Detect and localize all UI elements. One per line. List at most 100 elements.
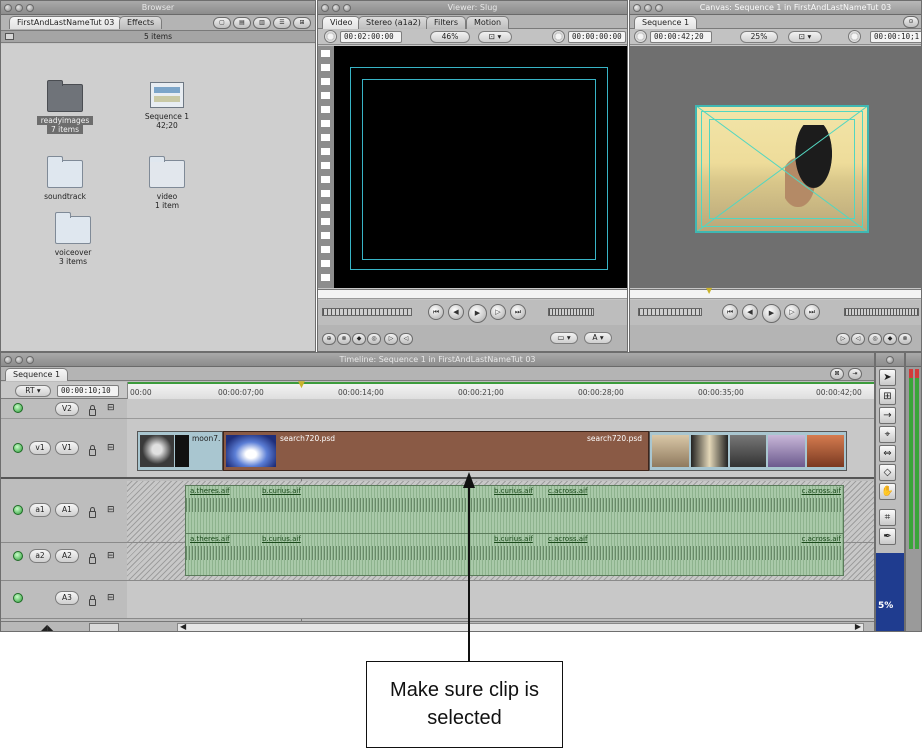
auto-select-icon[interactable]: ⊟ (107, 403, 115, 413)
source-track-v1[interactable]: V1 (55, 441, 79, 455)
generator-popup[interactable]: A ▾ (584, 332, 612, 344)
viewer-current-time[interactable]: 00:00:00:00 (568, 31, 626, 43)
roll-tool-icon[interactable]: ⌖ (879, 426, 896, 443)
tab-sequence-1[interactable]: Sequence 1 (5, 368, 69, 381)
auto-select-icon[interactable]: ⊟ (107, 551, 115, 561)
canvas-scrubber[interactable]: ▼ (630, 286, 921, 299)
add-marker-button[interactable]: ◎ (868, 333, 882, 345)
medium-icon-view-button[interactable]: ▤ (233, 17, 251, 29)
source-track-a3[interactable]: A3 (55, 591, 79, 605)
browser-titlebar[interactable]: Browser (1, 1, 315, 15)
add-keyframe-button[interactable]: ◆ (352, 333, 366, 345)
large-icon-view-button[interactable]: ▢ (213, 17, 231, 29)
tab-sequence-1[interactable]: Sequence 1 (634, 16, 698, 29)
minimize-window-button[interactable] (644, 4, 652, 12)
mark-clip-button[interactable]: ⊗ (898, 333, 912, 345)
scroll-right-arrow-icon[interactable]: ▶ (855, 622, 861, 631)
canvas-zoom-popup[interactable]: 25% (740, 31, 778, 43)
play-around-button[interactable]: ▷ (784, 304, 800, 320)
pen-tool-icon[interactable]: ✒ (879, 528, 896, 545)
zoom-window-button[interactable] (343, 4, 351, 12)
close-window-button[interactable] (886, 356, 894, 364)
playhead-marker-icon[interactable]: ▼ (706, 286, 712, 295)
zoom-window-button[interactable] (26, 356, 34, 364)
clip-image-sequence[interactable] (649, 431, 847, 471)
mark-out-button[interactable]: ◁ (851, 333, 865, 345)
minimize-window-button[interactable] (332, 4, 340, 12)
lock-icon[interactable] (89, 445, 96, 456)
timeline-scrollbar[interactable]: ◀ ▶ (177, 622, 864, 631)
auto-select-icon[interactable]: ⊟ (107, 443, 115, 453)
sequence-item[interactable]: Sequence 1 42;20 (127, 82, 207, 130)
close-window-button[interactable] (321, 4, 329, 12)
dest-track-a2[interactable]: a2 (29, 549, 51, 563)
play-button[interactable]: ▶ (762, 304, 781, 323)
timeline-linking-button[interactable]: ⊠ (830, 368, 844, 380)
source-track-v2[interactable]: V2 (55, 402, 79, 416)
zoom-control[interactable] (89, 623, 119, 631)
canvas-view-popup[interactable]: ⊡ ▾ (788, 31, 822, 43)
canvas-titlebar[interactable]: Canvas: Sequence 1 in FirstAndLastNameTu… (630, 1, 921, 15)
bin-video[interactable]: video 1 item (127, 156, 207, 210)
zoom-window-button[interactable] (26, 4, 34, 12)
viewer-zoom-popup[interactable]: 46% (430, 31, 470, 43)
canvas-duration[interactable]: 00:00:42;20 (650, 31, 712, 43)
timeline-ruler[interactable]: 00:00 00:00:07;00 00:00:14;00 00:00:21;0… (127, 380, 874, 399)
auto-select-icon[interactable]: ⊟ (107, 505, 115, 515)
source-track-a2[interactable]: A2 (55, 549, 79, 563)
shuttle-control[interactable] (322, 308, 412, 316)
mark-clip-button[interactable]: ⊗ (337, 333, 351, 345)
clip-moon[interactable]: moon7. (137, 431, 223, 471)
auto-select-icon[interactable]: ⊟ (107, 593, 115, 603)
viewer-view-popup[interactable]: ⊡ ▾ (478, 31, 512, 43)
play-button[interactable]: ▶ (468, 304, 487, 323)
match-frame-button[interactable]: ⊕ (322, 333, 336, 345)
timeline-snapping-button[interactable]: ⇥ (848, 368, 862, 380)
close-window-button[interactable] (633, 4, 641, 12)
list-view-button[interactable]: ☰ (273, 17, 291, 29)
go-to-previous-edit-button[interactable]: ⏮ (428, 304, 444, 320)
source-track-a1[interactable]: A1 (55, 503, 79, 517)
crop-tool-icon[interactable]: ⌗ (879, 509, 896, 526)
slip-tool-icon[interactable]: ⇔ (879, 445, 896, 462)
add-marker-button[interactable]: ◎ (367, 333, 381, 345)
selection-tool-icon[interactable]: ➤ (879, 369, 896, 386)
rt-popup[interactable]: RT ▾ (15, 385, 51, 397)
timeline-titlebar[interactable]: Timeline: Sequence 1 in FirstAndLastName… (1, 353, 874, 367)
jog-control[interactable] (844, 308, 919, 316)
tool-palette-titlebar[interactable] (876, 353, 904, 367)
audio-meters-titlebar[interactable] (906, 353, 921, 367)
recent-clips-popup[interactable]: ▭ ▾ (550, 332, 578, 344)
lock-icon[interactable] (89, 405, 96, 416)
viewer-duration[interactable]: 00:02:00:00 (340, 31, 402, 43)
dest-track-a1[interactable]: a1 (29, 503, 51, 517)
play-in-to-out-button[interactable]: ◀ (742, 304, 758, 320)
play-around-button[interactable]: ▷ (490, 304, 506, 320)
bin-soundtrack[interactable]: soundtrack (25, 156, 105, 201)
shuttle-control[interactable] (638, 308, 702, 316)
canvas-tab-menu-button[interactable]: ⊙ (903, 16, 919, 28)
razor-blade-tool-icon[interactable]: ◇ (879, 464, 896, 481)
dest-track-v1[interactable]: v1 (29, 441, 51, 455)
tab-motion[interactable]: Motion (466, 16, 510, 29)
track-a3-area[interactable] (127, 581, 874, 618)
mark-out-button[interactable]: ◁ (399, 333, 413, 345)
close-window-button[interactable] (4, 356, 12, 364)
expand-view-button[interactable]: ⊞ (293, 17, 311, 29)
play-in-to-out-button[interactable]: ◀ (448, 304, 464, 320)
track-height-control[interactable]: ◢◣ (41, 623, 53, 631)
timeline-current-time[interactable]: 00:00:10;10 (57, 385, 119, 397)
playhead-marker-icon[interactable]: ▼ (298, 380, 305, 390)
tab-video[interactable]: Video (322, 16, 361, 29)
bin-voiceover[interactable]: voiceover 3 items (33, 212, 113, 266)
track-visibility-icon[interactable] (13, 403, 23, 413)
close-window-button[interactable] (4, 4, 12, 12)
go-to-next-edit-button[interactable]: ⏭ (510, 304, 526, 320)
speaker-icon[interactable] (13, 593, 23, 603)
lock-icon[interactable] (89, 507, 96, 518)
speaker-icon[interactable] (13, 505, 23, 515)
track-v2-area[interactable] (127, 399, 874, 418)
zoom-window-button[interactable] (655, 4, 663, 12)
scroll-left-arrow-icon[interactable]: ◀ (180, 622, 186, 631)
track-visibility-icon[interactable] (13, 443, 23, 453)
